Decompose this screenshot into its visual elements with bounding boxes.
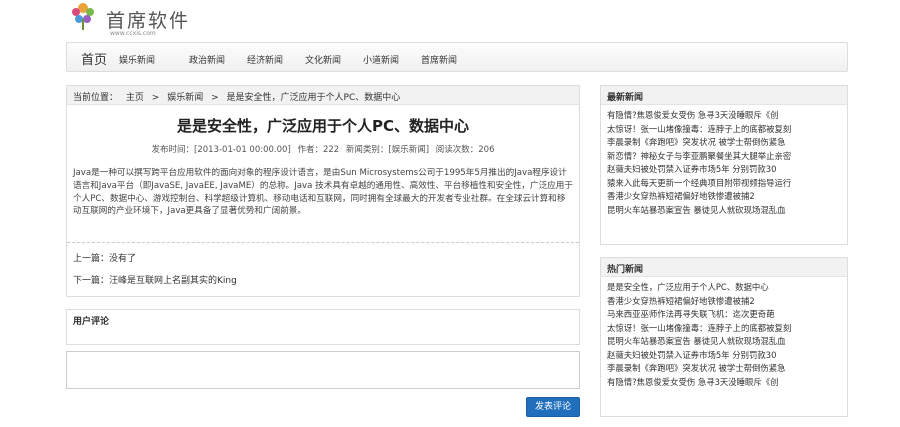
nav-item-entertainment[interactable]: 娱乐新闻 xyxy=(119,53,155,66)
latest-news-list: 有隐情?焦恩俊爱女受伤 急寻3天没睡眼斥《创 太惊讶！张一山堵像撞毒：连脖子上的… xyxy=(601,105,847,217)
hot-news-list: 是是安全性，广泛应用于个人PC、数据中心 香港少女穿热裤短裙偏好地铁惨遭被捕2 … xyxy=(601,277,847,389)
prev-article-link[interactable]: 上一篇：没有了 xyxy=(73,251,573,264)
breadcrumb-label: 当前位置： xyxy=(73,93,119,103)
list-item[interactable]: 太惊讶！张一山堵像撞毒：连脖子上的底都被复刻 xyxy=(607,123,847,137)
logo-url: www.ccxis.com xyxy=(110,30,156,37)
submit-comment-button[interactable]: 发表评论 xyxy=(526,397,580,417)
breadcrumb-category[interactable]: 娱乐新闻 xyxy=(167,93,203,103)
hot-news-panel: 热门新闻 是是安全性，广泛应用于个人PC、数据中心 香港少女穿热裤短裙偏好地铁惨… xyxy=(600,257,848,417)
flower-logo-icon xyxy=(72,3,94,30)
nav-item-chief[interactable]: 首席新闻 xyxy=(421,53,457,66)
prev-next-links: 上一篇：没有了 下一篇：汪峰是互联网上名副其实的King xyxy=(67,243,579,296)
comments-heading: 用户评论 xyxy=(73,317,110,327)
meta-category: 新闻类别：[娱乐新闻] xyxy=(345,145,430,155)
list-item[interactable]: 太惊讶！张一山堵像撞毒：连脖子上的底都被复刻 xyxy=(607,322,847,336)
meta-reads: 阅读次数：206 xyxy=(435,145,495,155)
meta-published: 发布时间：[2013-01-01 00:00.00] xyxy=(151,145,291,155)
list-item[interactable]: 猿来入此每天更新一个经典项目附带视频指导运行 xyxy=(607,177,847,191)
list-item[interactable]: 李晨录制《奔跑吧》突发状况 被学士帮倒伤紧急 xyxy=(607,362,847,376)
list-item[interactable]: 昆明火车站暴恐案宣告 暴徒见人就砍现场混乱血 xyxy=(607,335,847,349)
list-item[interactable]: 是是安全性，广泛应用于个人PC、数据中心 xyxy=(607,281,847,295)
latest-news-panel: 最新新闻 有隐情?焦恩俊爱女受伤 急寻3天没睡眼斥《创 太惊讶！张一山堵像撞毒：… xyxy=(600,85,848,245)
main-navbar: 首页 娱乐新闻 政治新闻 经济新闻 文化新闻 小道新闻 首席新闻 xyxy=(66,42,848,72)
site-logo[interactable]: 首席软件 www.ccxis.com xyxy=(66,0,206,40)
breadcrumb-sep: > xyxy=(151,93,160,103)
list-item[interactable]: 昆明火车站暴恐案宣告 暴徒见人就砍现场混乱血 xyxy=(607,204,847,218)
hot-news-heading: 热门新闻 xyxy=(601,258,847,277)
comments-panel: 用户评论 xyxy=(66,309,580,345)
next-article-link[interactable]: 下一篇：汪峰是互联网上名副其实的King xyxy=(73,273,573,286)
list-item[interactable]: 赵薇夫妇被处罚禁入证券市场5年 分别罚款30 xyxy=(607,349,847,363)
list-item[interactable]: 李晨录制《奔跑吧》突发状况 被学士帮倒伤紧急 xyxy=(607,136,847,150)
list-item[interactable]: 有隐情?焦恩俊爱女受伤 急寻3天没睡眼斥《创 xyxy=(607,376,847,390)
nav-item-gossip[interactable]: 小道新闻 xyxy=(363,53,399,66)
comment-textarea[interactable] xyxy=(66,351,580,389)
nav-item-economy[interactable]: 经济新闻 xyxy=(247,53,283,66)
breadcrumb-sep: > xyxy=(211,93,219,103)
list-item[interactable]: 马来西亚巫师作法再寻失联飞机：迄次更奇葩 xyxy=(607,308,847,322)
nav-item-politics[interactable]: 政治新闻 xyxy=(189,53,225,66)
breadcrumb-current: 是是安全性，广泛应用于个人PC、数据中心 xyxy=(226,93,401,103)
meta-author: 作者：222 xyxy=(297,145,340,155)
list-item[interactable]: 香港少女穿热裤短裙偏好地铁惨遭被捕2 xyxy=(607,295,847,309)
latest-news-heading: 最新新闻 xyxy=(601,86,847,105)
breadcrumb: 当前位置： 主页 > 娱乐新闻 > 是是安全性，广泛应用于个人PC、数据中心 xyxy=(67,86,579,105)
article-body: Java是一种可以撰写跨平台应用软件的面向对象的程序设计语言，是由Sun Mic… xyxy=(73,168,573,217)
list-item[interactable]: 有隐情?焦恩俊爱女受伤 急寻3天没睡眼斥《创 xyxy=(607,109,847,123)
article-title: 是是安全性，广泛应用于个人PC、数据中心 xyxy=(176,117,469,135)
logo-text: 首席软件 xyxy=(106,10,191,32)
article-panel: 当前位置： 主页 > 娱乐新闻 > 是是安全性，广泛应用于个人PC、数据中心 是… xyxy=(66,85,580,297)
nav-item-culture[interactable]: 文化新闻 xyxy=(305,53,341,66)
list-item[interactable]: 赵薇夫妇被处罚禁入证券市场5年 分别罚款30 xyxy=(607,163,847,177)
list-item[interactable]: 新恋情？神秘女子与李亚鹏聚餐坐其大腿举止亲密 xyxy=(607,150,847,164)
nav-home[interactable]: 首页 xyxy=(81,49,107,68)
breadcrumb-home[interactable]: 主页 xyxy=(126,93,144,103)
article-meta: 发布时间：[2013-01-01 00:00.00] 作者：222 新闻类别：[… xyxy=(67,143,579,157)
list-item[interactable]: 香港少女穿热裤短裙偏好地铁惨遭被捕2 xyxy=(607,190,847,204)
